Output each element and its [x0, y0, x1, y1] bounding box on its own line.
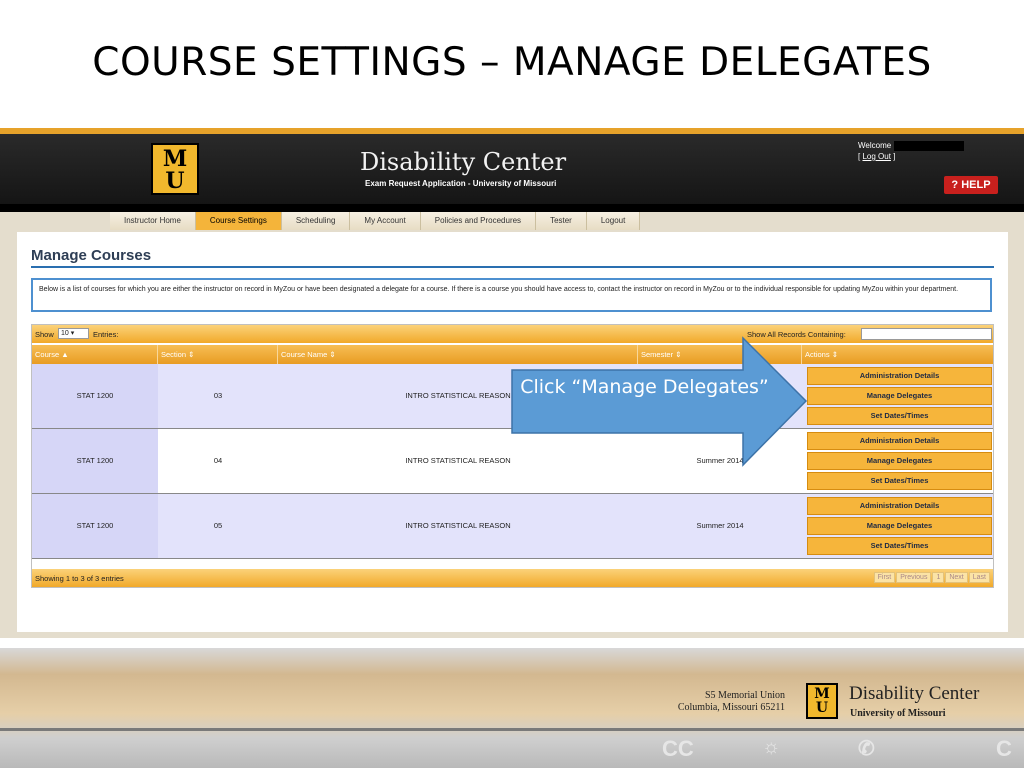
- table-toolbar: Show 10 ▾ Entries: Show All Records Cont…: [32, 325, 993, 343]
- mu-logo: M U: [151, 143, 199, 195]
- app-title: Disability Center: [360, 148, 567, 176]
- redacted-username: [894, 140, 965, 151]
- app-subtitle: Exam Request Application - University of…: [365, 179, 557, 188]
- col-actions[interactable]: Actions ⇕: [802, 345, 993, 364]
- pager-last[interactable]: Last: [968, 572, 990, 583]
- hearing-icon: ☼: [762, 736, 781, 758]
- course-cell: STAT 1200: [32, 364, 158, 428]
- entries-select[interactable]: 10 ▾: [58, 328, 89, 339]
- callout-text: Click “Manage Delegates”: [520, 376, 769, 398]
- set-dates-times-button[interactable]: Set Dates/Times: [807, 472, 992, 490]
- footer-mu-logo: M U: [806, 683, 838, 719]
- pagination: First Previous 1 Next Last: [873, 572, 990, 583]
- nav-logout[interactable]: Logout: [586, 212, 641, 230]
- section-cell: 05: [213, 521, 223, 530]
- courses-table: Show 10 ▾ Entries: Show All Records Cont…: [31, 324, 994, 588]
- nav-policies-and-procedures[interactable]: Policies and Procedures: [420, 212, 537, 230]
- table-row: STAT 1200 04 INTRO STATISTICAL REASON Su…: [32, 429, 993, 494]
- col-semester[interactable]: Semester ⇕: [638, 345, 802, 364]
- page-title: Manage Courses: [31, 247, 152, 264]
- footer-address: S5 Memorial Union Columbia, Missouri 652…: [677, 690, 785, 713]
- phone-volume-icon: ✆: [858, 738, 875, 760]
- course-name-cell: INTRO STATISTICAL REASON: [405, 521, 511, 530]
- manage-delegates-button[interactable]: Manage Delegates: [807, 452, 992, 470]
- sort-icon: ⇕: [329, 350, 336, 359]
- pager-next[interactable]: Next: [945, 572, 968, 583]
- section-cell: 03: [213, 391, 223, 400]
- header-divider: [0, 204, 1024, 212]
- table-footer: Showing 1 to 3 of 3 entries First Previo…: [32, 569, 993, 587]
- search-label: Show All Records Containing:: [747, 330, 846, 339]
- nav-scheduling[interactable]: Scheduling: [281, 212, 351, 230]
- info-box: Below is a list of courses for which you…: [31, 278, 992, 312]
- sort-icon: ⇕: [831, 350, 838, 359]
- sort-icon: ⇕: [675, 350, 682, 359]
- app-header: M U Disability Center Exam Request Appli…: [0, 134, 1024, 204]
- main-nav: Instructor Home Course Settings Scheduli…: [110, 212, 641, 230]
- course-cell: STAT 1200: [32, 429, 158, 493]
- table-header: Course ▲ Section ⇕ Course Name ⇕ Semeste…: [32, 345, 993, 364]
- pager-previous[interactable]: Previous: [896, 572, 932, 583]
- sort-icon: ⇕: [188, 350, 195, 359]
- set-dates-times-button[interactable]: Set Dates/Times: [807, 407, 992, 425]
- footer-org-name: Disability Center: [849, 683, 980, 704]
- manage-delegates-button[interactable]: Manage Delegates: [807, 387, 992, 405]
- nav-my-account[interactable]: My Account: [350, 212, 421, 230]
- col-section[interactable]: Section ⇕: [158, 345, 278, 364]
- pager-first[interactable]: First: [873, 572, 896, 583]
- semester-cell: Summer 2014: [696, 456, 744, 465]
- section-cell: 04: [213, 456, 223, 465]
- administration-details-button[interactable]: Administration Details: [807, 367, 992, 385]
- slide-title: COURSE SETTINGS – MANAGE DELEGATES: [92, 40, 932, 85]
- administration-details-button[interactable]: Administration Details: [807, 432, 992, 450]
- nav-course-settings[interactable]: Course Settings: [195, 212, 282, 230]
- content-panel: Manage Courses Below is a list of course…: [17, 232, 1008, 632]
- table-row: STAT 1200 05 INTRO STATISTICAL REASON Su…: [32, 494, 993, 559]
- search-input[interactable]: [861, 328, 992, 340]
- nav-instructor-home[interactable]: Instructor Home: [110, 212, 196, 230]
- footer-university: University of Missouri: [850, 708, 946, 719]
- nav-tester[interactable]: Tester: [536, 212, 587, 230]
- chevron-down-icon: ▾: [70, 330, 75, 337]
- sort-asc-icon: ▲: [61, 350, 69, 359]
- course-cell: STAT 1200: [32, 494, 158, 558]
- welcome-label: Welcome: [858, 141, 892, 150]
- col-course[interactable]: Course ▲: [32, 345, 158, 364]
- semester-cell: Summer 2014: [696, 521, 744, 530]
- set-dates-times-button[interactable]: Set Dates/Times: [807, 537, 992, 555]
- question-mark-icon: ?: [951, 179, 959, 191]
- entries-info: Showing 1 to 3 of 3 entries: [35, 574, 124, 583]
- course-name-cell: INTRO STATISTICAL REASON: [405, 456, 511, 465]
- logout-link[interactable]: Log Out: [862, 152, 890, 161]
- administration-details-button[interactable]: Administration Details: [807, 497, 992, 515]
- col-course-name[interactable]: Course Name ⇕: [278, 345, 638, 364]
- help-button[interactable]: ? HELP: [944, 176, 998, 194]
- title-underline: [31, 266, 994, 268]
- manage-delegates-button[interactable]: Manage Delegates: [807, 517, 992, 535]
- closed-caption-icon: CC: [662, 736, 694, 761]
- welcome-block: Welcome [ Log Out ]: [858, 140, 965, 162]
- pager-page-1[interactable]: 1: [932, 572, 945, 583]
